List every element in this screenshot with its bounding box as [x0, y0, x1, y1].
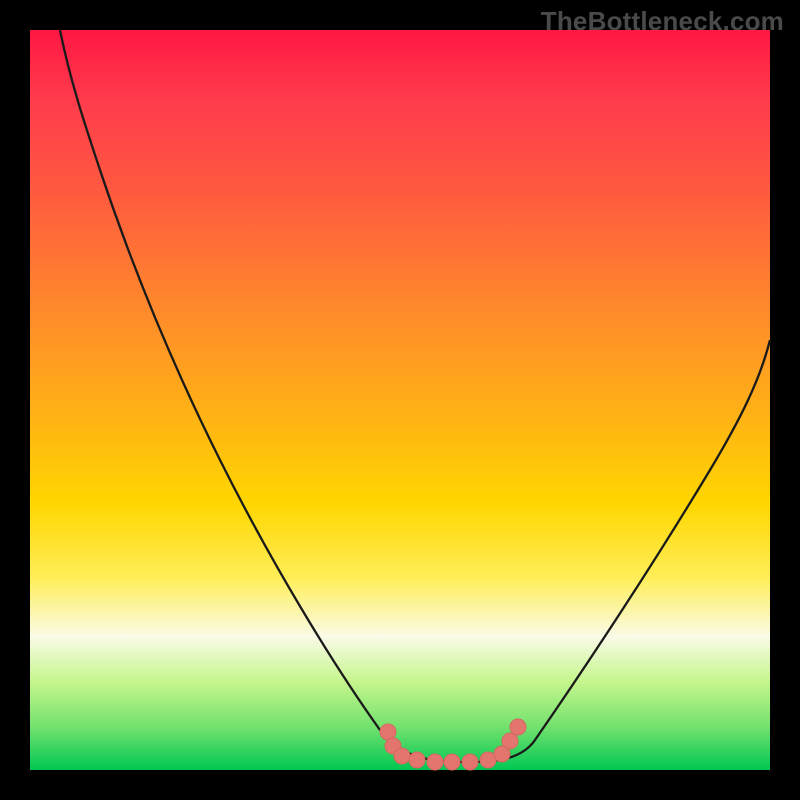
trough-marker [444, 754, 460, 770]
chart-frame: TheBottleneck.com [0, 0, 800, 800]
plot-area [30, 30, 770, 770]
trough-marker [462, 754, 478, 770]
bottleneck-curve-svg [30, 30, 770, 770]
trough-marker [394, 748, 410, 764]
trough-marker [409, 752, 425, 768]
trough-marker [502, 733, 518, 749]
bottleneck-curve-path [60, 30, 770, 762]
trough-marker [510, 719, 526, 735]
trough-markers [380, 719, 526, 770]
trough-marker [427, 754, 443, 770]
